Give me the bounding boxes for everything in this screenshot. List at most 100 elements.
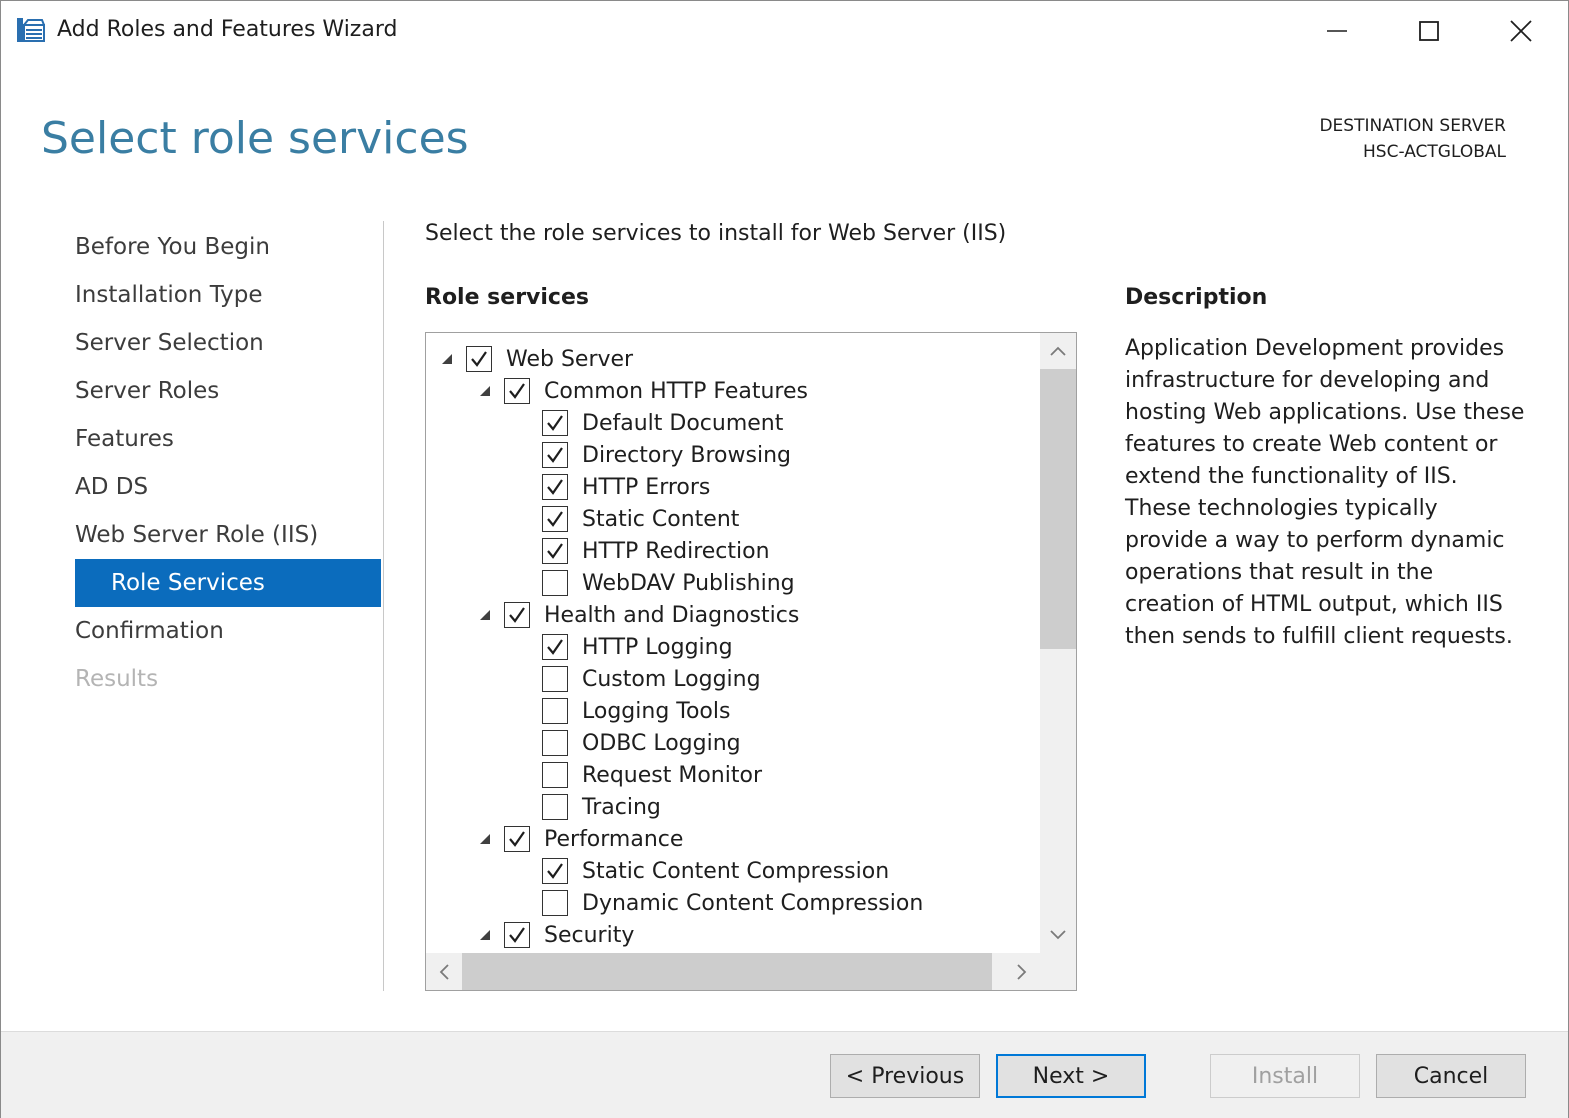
- tree-row-label: Static Content: [582, 506, 740, 532]
- minimize-button[interactable]: [1291, 1, 1383, 61]
- vertical-scroll-thumb[interactable]: [1040, 369, 1076, 649]
- chevron-left-icon: [439, 963, 449, 980]
- server-manager-icon: [15, 15, 47, 47]
- role-checkbox[interactable]: [542, 858, 568, 884]
- checkmark-icon: [547, 543, 563, 559]
- page-title: Select role services: [41, 113, 469, 164]
- tree-row-label: Performance: [544, 826, 684, 852]
- scrollbar-corner: [1040, 953, 1076, 990]
- tree-row[interactable]: Security: [426, 919, 1040, 951]
- horizontal-scrollbar[interactable]: [426, 953, 1040, 990]
- checkmark-icon: [547, 479, 563, 495]
- role-checkbox[interactable]: [542, 442, 568, 468]
- scroll-right-button[interactable]: [1004, 953, 1040, 990]
- tree-row-label: Web Server: [506, 346, 634, 372]
- role-checkbox[interactable]: [504, 922, 530, 948]
- nav-item-before-you-begin[interactable]: Before You Begin: [75, 223, 381, 271]
- tree-row-label: Static Content Compression: [582, 858, 890, 884]
- tree-row-label: HTTP Errors: [582, 474, 711, 500]
- checkmark-icon: [547, 863, 563, 879]
- collapse-triangle-icon[interactable]: [474, 919, 496, 951]
- nav-item-role-services[interactable]: Role Services: [75, 559, 381, 607]
- chevron-down-icon: [1050, 930, 1066, 940]
- role-checkbox[interactable]: [542, 794, 568, 820]
- previous-button[interactable]: < Previous: [830, 1054, 980, 1098]
- role-checkbox[interactable]: [504, 602, 530, 628]
- nav-item-installation-type[interactable]: Installation Type: [75, 271, 381, 319]
- chevron-right-icon: [1017, 963, 1027, 980]
- role-checkbox[interactable]: [542, 474, 568, 500]
- role-checkbox[interactable]: [542, 698, 568, 724]
- tree-row[interactable]: Static Content Compression: [426, 855, 1040, 887]
- tree-row[interactable]: Default Document: [426, 407, 1040, 439]
- tree-row[interactable]: Logging Tools: [426, 695, 1040, 727]
- tree-row[interactable]: HTTP Redirection: [426, 535, 1040, 567]
- tree-row[interactable]: Common HTTP Features: [426, 375, 1040, 407]
- nav-item-results: Results: [75, 666, 159, 692]
- collapse-triangle-icon[interactable]: [436, 343, 458, 375]
- role-checkbox[interactable]: [542, 570, 568, 596]
- maximize-icon: [1419, 21, 1439, 41]
- scroll-down-button[interactable]: [1040, 917, 1076, 953]
- role-checkbox[interactable]: [542, 666, 568, 692]
- tree-row[interactable]: Web Server: [426, 343, 1040, 375]
- tree-row-label: Directory Browsing: [582, 442, 791, 468]
- destination-server-label: DESTINATION SERVER: [1319, 116, 1506, 136]
- role-checkbox[interactable]: [504, 826, 530, 852]
- nav-item-server-roles[interactable]: Server Roles: [75, 367, 381, 415]
- tree-row[interactable]: Tracing: [426, 791, 1040, 823]
- destination-server-block: DESTINATION SERVER HSC-ACTGLOBAL: [1319, 113, 1506, 165]
- role-checkbox[interactable]: [542, 762, 568, 788]
- tree-row-label: WebDAV Publishing: [582, 570, 795, 596]
- tree-row[interactable]: HTTP Errors: [426, 471, 1040, 503]
- role-checkbox[interactable]: [542, 410, 568, 436]
- checkmark-icon: [547, 415, 563, 431]
- tree-row[interactable]: WebDAV Publishing: [426, 567, 1040, 599]
- role-checkbox[interactable]: [542, 538, 568, 564]
- tree-row[interactable]: ODBC Logging: [426, 727, 1040, 759]
- description-heading: Description: [1125, 285, 1268, 310]
- tree-row[interactable]: Directory Browsing: [426, 439, 1040, 471]
- tree-row[interactable]: Performance: [426, 823, 1040, 855]
- scroll-left-button[interactable]: [426, 953, 462, 990]
- role-services-heading: Role services: [425, 285, 589, 310]
- tree-row-label: Logging Tools: [582, 698, 731, 724]
- tree-row[interactable]: HTTP Logging: [426, 631, 1040, 663]
- scroll-up-button[interactable]: [1040, 333, 1076, 369]
- collapse-triangle-icon[interactable]: [474, 823, 496, 855]
- tree-row[interactable]: Dynamic Content Compression: [426, 887, 1040, 919]
- description-text: Application Development provides infrast…: [1125, 336, 1525, 649]
- role-services-tree: Web Server Common HTTP Features Default Do…: [425, 332, 1077, 991]
- install-button: Install: [1210, 1054, 1360, 1098]
- role-checkbox[interactable]: [542, 730, 568, 756]
- role-checkbox[interactable]: [466, 346, 492, 372]
- tree-row-label: ODBC Logging: [582, 730, 741, 756]
- role-checkbox[interactable]: [542, 890, 568, 916]
- collapse-triangle-icon[interactable]: [474, 375, 496, 407]
- nav-item-ad-ds[interactable]: AD DS: [75, 463, 381, 511]
- horizontal-scroll-thumb[interactable]: [462, 953, 992, 990]
- maximize-button[interactable]: [1383, 1, 1475, 61]
- tree-row-label: Common HTTP Features: [544, 378, 808, 404]
- tree-row[interactable]: Static Content: [426, 503, 1040, 535]
- nav-item-web-server-role[interactable]: Web Server Role (IIS): [75, 511, 381, 559]
- role-checkbox[interactable]: [504, 378, 530, 404]
- next-button[interactable]: Next >: [996, 1054, 1146, 1098]
- nav-item-confirmation[interactable]: Confirmation: [75, 607, 381, 655]
- role-checkbox[interactable]: [542, 506, 568, 532]
- tree-row[interactable]: Custom Logging: [426, 663, 1040, 695]
- tree-row[interactable]: Health and Diagnostics: [426, 599, 1040, 631]
- tree-row-label: Custom Logging: [582, 666, 761, 692]
- tree-row[interactable]: Request Monitor: [426, 759, 1040, 791]
- tree-row-label: Security: [544, 922, 635, 948]
- close-button[interactable]: [1475, 1, 1567, 61]
- role-checkbox[interactable]: [542, 634, 568, 660]
- vertical-scrollbar[interactable]: [1040, 333, 1076, 953]
- collapse-triangle-icon[interactable]: [474, 599, 496, 631]
- nav-item-server-selection[interactable]: Server Selection: [75, 319, 381, 367]
- nav-item-features[interactable]: Features: [75, 415, 381, 463]
- minimize-icon: [1327, 30, 1347, 32]
- cancel-button[interactable]: Cancel: [1376, 1054, 1526, 1098]
- wizard-nav: Before You Begin Installation Type Serve…: [75, 223, 381, 703]
- checkmark-icon: [509, 607, 525, 623]
